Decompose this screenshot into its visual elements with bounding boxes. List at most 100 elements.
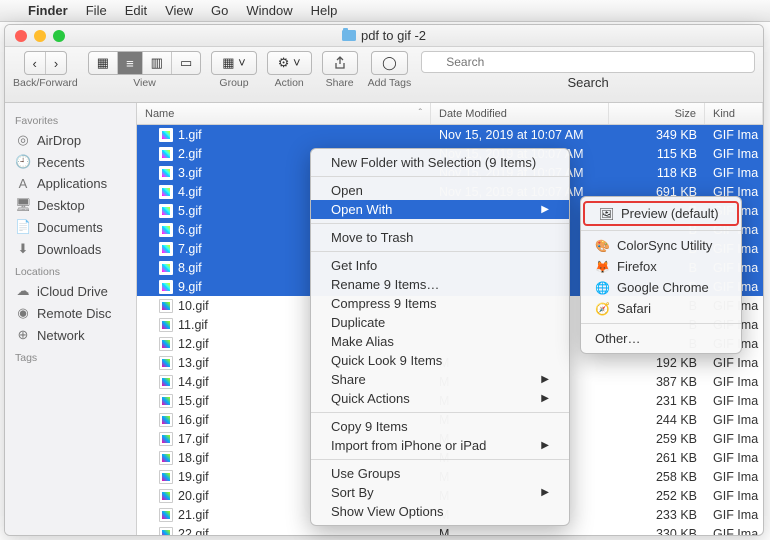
- airdrop-icon: ◎: [15, 132, 31, 148]
- file-kind: GIF Ima: [705, 166, 763, 180]
- ctx-make-alias[interactable]: Make Alias: [311, 332, 569, 351]
- sidebar-item-recents[interactable]: 🕘Recents: [5, 151, 136, 173]
- sidebar-item-network[interactable]: ⊕Network: [5, 324, 136, 346]
- back-button[interactable]: ‹: [25, 52, 46, 74]
- col-size[interactable]: Size: [609, 103, 705, 124]
- ctx-separator: [311, 176, 569, 177]
- ctx-compress-9-items[interactable]: Compress 9 Items: [311, 294, 569, 313]
- ctx-sort-by[interactable]: Sort By▶: [311, 483, 569, 502]
- gif-file-icon: [159, 375, 173, 389]
- openwith-colorsync-utility[interactable]: 🎨ColorSync Utility: [581, 235, 741, 256]
- window-close-button[interactable]: [15, 30, 27, 42]
- sidebar-item-remote-disc[interactable]: ◉Remote Disc: [5, 302, 136, 324]
- back-forward-buttons[interactable]: ‹ ›: [24, 51, 68, 75]
- ctx-quick-actions[interactable]: Quick Actions▶: [311, 389, 569, 408]
- file-row[interactable]: 1.gifNov 15, 2019 at 10:07 AM349 KBGIF I…: [137, 125, 763, 144]
- ctx-separator: [311, 223, 569, 224]
- file-name: 9.gif: [178, 280, 202, 294]
- share-button[interactable]: [322, 51, 358, 75]
- sidebar-item-label: Documents: [37, 220, 103, 235]
- ctx-open[interactable]: Open: [311, 181, 569, 200]
- menu-help[interactable]: Help: [311, 3, 338, 18]
- ctx-separator: [311, 251, 569, 252]
- ctx-move-to-trash[interactable]: Move to Trash: [311, 228, 569, 247]
- gif-file-icon: [159, 166, 173, 180]
- ctx-show-view-options[interactable]: Show View Options: [311, 502, 569, 521]
- openwith-firefox[interactable]: 🦊 Firefox: [581, 256, 741, 277]
- firefox-icon: 🦊: [595, 259, 610, 274]
- sidebar-item-desktop[interactable]: 🖥Desktop: [5, 194, 136, 216]
- ctx-separator: [311, 412, 569, 413]
- menu-window[interactable]: Window: [246, 3, 292, 18]
- list-view-button[interactable]: ≡: [118, 52, 143, 74]
- ctx-share[interactable]: Share▶: [311, 370, 569, 389]
- gif-file-icon: [159, 318, 173, 332]
- menu-file[interactable]: File: [86, 3, 107, 18]
- sidebar-item-label: Applications: [37, 176, 107, 191]
- action-button[interactable]: ⚙ ˅: [267, 51, 312, 75]
- file-name: 6.gif: [178, 223, 202, 237]
- sidebar-item-documents[interactable]: 📄Documents: [5, 216, 136, 238]
- file-kind: GIF Ima: [705, 508, 763, 522]
- ctx-item-label: Open: [331, 183, 363, 198]
- sidebar-item-airdrop[interactable]: ◎ AirDrop: [5, 129, 136, 151]
- icon-view-button[interactable]: ▦: [89, 52, 118, 74]
- ctx-get-info[interactable]: Get Info: [311, 256, 569, 275]
- gallery-view-button[interactable]: ▭: [172, 52, 200, 74]
- sidebar-item-label: AirDrop: [37, 133, 81, 148]
- openwith-safari[interactable]: 🧭Safari: [581, 298, 741, 319]
- network-icon: ⊕: [15, 327, 31, 343]
- app-menu[interactable]: Finder: [28, 3, 68, 18]
- menu-view[interactable]: View: [165, 3, 193, 18]
- file-size: 115 KB: [609, 147, 705, 161]
- ctx-import-from-iphone-or-ipad[interactable]: Import from iPhone or iPad▶: [311, 436, 569, 455]
- search-input[interactable]: [421, 51, 755, 73]
- sidebar-item-downloads[interactable]: ⬇Downloads: [5, 238, 136, 260]
- ctx-item-label: Quick Look 9 Items: [331, 353, 442, 368]
- openwith-other[interactable]: Other…: [581, 328, 741, 349]
- column-view-button[interactable]: ▥: [143, 52, 172, 74]
- file-size: 258 KB: [609, 470, 705, 484]
- group-button[interactable]: ▦ ˅: [211, 51, 257, 75]
- ctx-rename-9-items[interactable]: Rename 9 Items…: [311, 275, 569, 294]
- ctx-quick-look-9-items[interactable]: Quick Look 9 Items: [311, 351, 569, 370]
- gif-file-icon: [159, 432, 173, 446]
- window-minimize-button[interactable]: [34, 30, 46, 42]
- forward-button[interactable]: ›: [46, 52, 66, 74]
- google-chrome-icon: 🌐: [595, 280, 610, 295]
- sidebar-item-icloud-drive[interactable]: ☁iCloud Drive: [5, 280, 136, 302]
- ctx-use-groups[interactable]: Use Groups: [311, 464, 569, 483]
- col-kind[interactable]: Kind: [705, 103, 763, 124]
- file-name: 14.gif: [178, 375, 209, 389]
- window-maximize-button[interactable]: [53, 30, 65, 42]
- addtags-button[interactable]: ◯: [371, 51, 408, 75]
- file-name: 8.gif: [178, 261, 202, 275]
- ctx-open-with[interactable]: Open With▶: [311, 200, 569, 219]
- sidebar-item-label: Desktop: [37, 198, 85, 213]
- openwith-preview-default[interactable]: 🖼Preview (default): [583, 201, 739, 226]
- ctx-duplicate[interactable]: Duplicate: [311, 313, 569, 332]
- ctx-new-folder-with-selection-9-items[interactable]: New Folder with Selection (9 Items): [311, 153, 569, 172]
- submenu-arrow-icon: ▶: [541, 487, 549, 498]
- sort-asc-icon: ˆ: [419, 108, 422, 119]
- col-date[interactable]: Date Modified: [431, 103, 609, 124]
- sidebar-item-applications[interactable]: AApplications: [5, 173, 136, 194]
- menu-go[interactable]: Go: [211, 3, 228, 18]
- submenu-item-label: Safari: [617, 301, 651, 316]
- ctx-item-label: Share: [331, 372, 366, 387]
- ctx-copy-9-items[interactable]: Copy 9 Items: [311, 417, 569, 436]
- menu-edit[interactable]: Edit: [125, 3, 147, 18]
- share-label: Share: [326, 77, 354, 89]
- sidebar: Favorites◎AirDrop🕘RecentsAApplications🖥D…: [5, 103, 137, 535]
- titlebar[interactable]: pdf to gif -2: [5, 25, 763, 47]
- gif-file-icon: [159, 242, 173, 256]
- col-name[interactable]: Nameˆ: [137, 103, 431, 124]
- ctx-item-label: Rename 9 Items…: [331, 277, 439, 292]
- back-forward-label: Back/Forward: [13, 77, 78, 89]
- file-kind: GIF Ima: [705, 451, 763, 465]
- downloads-icon: ⬇: [15, 241, 31, 257]
- openwith-google-chrome[interactable]: 🌐Google Chrome: [581, 277, 741, 298]
- submenu-item-label: Firefox: [617, 259, 657, 274]
- ctx-item-label: Move to Trash: [331, 230, 413, 245]
- view-switcher[interactable]: ▦ ≡ ▥ ▭: [88, 51, 201, 75]
